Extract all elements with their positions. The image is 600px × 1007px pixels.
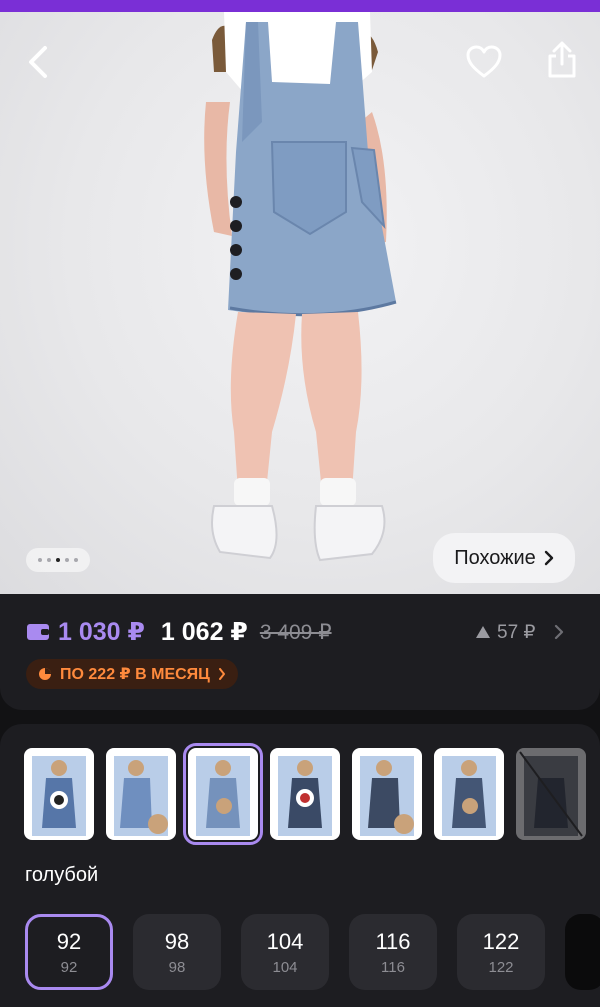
share-button[interactable] (540, 38, 584, 82)
product-photo (204, 12, 397, 562)
pie-chart-icon (39, 668, 51, 680)
color-thumb[interactable] (106, 748, 176, 840)
product-image-gallery[interactable]: Похожие (0, 12, 600, 594)
size-options: 92 92 98 98 104 104 116 116 122 122 (25, 914, 600, 990)
variants-section: голубой 92 92 98 98 104 104 116 116 122 … (0, 724, 600, 1007)
triangle-up-icon (476, 626, 490, 638)
pagination-dot (65, 558, 69, 562)
pagination-dot (74, 558, 78, 562)
color-thumb[interactable] (434, 748, 504, 840)
current-price: 1 062 ₽ (160, 618, 248, 646)
size-sub-label: 104 (272, 958, 298, 976)
installment-label: ПО 222 ₽ В МЕСЯЦ (60, 666, 210, 683)
size-option-partial[interactable] (565, 914, 600, 990)
old-price: 3 409 ₽ (259, 620, 332, 644)
installment-badge[interactable]: ПО 222 ₽ В МЕСЯЦ (26, 659, 238, 689)
chevron-right-icon (544, 550, 554, 566)
size-sub-label: 92 (60, 958, 78, 976)
similar-label: Похожие (454, 546, 536, 569)
share-icon (548, 41, 576, 78)
size-sub-label: 116 (381, 958, 405, 976)
pagination-dot (47, 558, 51, 562)
pagination-dot (38, 558, 42, 562)
size-sub-label: 98 (168, 958, 186, 976)
size-label: 98 (164, 928, 190, 954)
color-thumb-selected[interactable] (183, 743, 263, 845)
color-thumb[interactable] (24, 748, 94, 840)
wallet-price: 1 030 ₽ (58, 618, 145, 646)
similar-products-button[interactable]: Похожие (433, 533, 575, 583)
color-thumb-unavailable[interactable] (516, 748, 586, 840)
price-section: 1 030 ₽ 1 062 ₽ 3 409 ₽ 57 ₽ ПО 222 ₽ В … (0, 594, 600, 710)
favorite-button[interactable] (462, 40, 506, 84)
size-option[interactable]: 116 116 (349, 914, 437, 990)
pagination-dot-active (56, 558, 60, 562)
size-label: 104 (266, 928, 304, 954)
size-label: 92 (56, 928, 82, 954)
size-label: 116 (375, 928, 411, 954)
heart-icon (466, 45, 502, 78)
chevron-right-icon (218, 668, 225, 680)
size-label: 122 (482, 928, 520, 954)
size-sub-label: 122 (488, 958, 514, 976)
color-thumb[interactable] (352, 748, 422, 840)
size-option[interactable]: 98 98 (133, 914, 221, 990)
chevron-left-icon (29, 46, 47, 78)
size-option[interactable]: 104 104 (241, 914, 329, 990)
chevron-right-icon (554, 624, 563, 640)
price-row: 1 030 ₽ 1 062 ₽ 3 409 ₽ (26, 614, 332, 650)
color-thumbnails (24, 743, 586, 845)
bonus-points[interactable]: 57 ₽ (475, 616, 564, 648)
points-value: 57 ₽ (497, 621, 536, 643)
back-button[interactable] (16, 40, 60, 84)
status-accent-bar (0, 0, 600, 12)
wallet-icon (27, 624, 49, 640)
selected-color-label: голубой (25, 864, 99, 886)
size-option-selected[interactable]: 92 92 (25, 914, 113, 990)
gallery-pagination (26, 548, 90, 572)
size-option[interactable]: 122 122 (457, 914, 545, 990)
color-thumb[interactable] (270, 748, 340, 840)
